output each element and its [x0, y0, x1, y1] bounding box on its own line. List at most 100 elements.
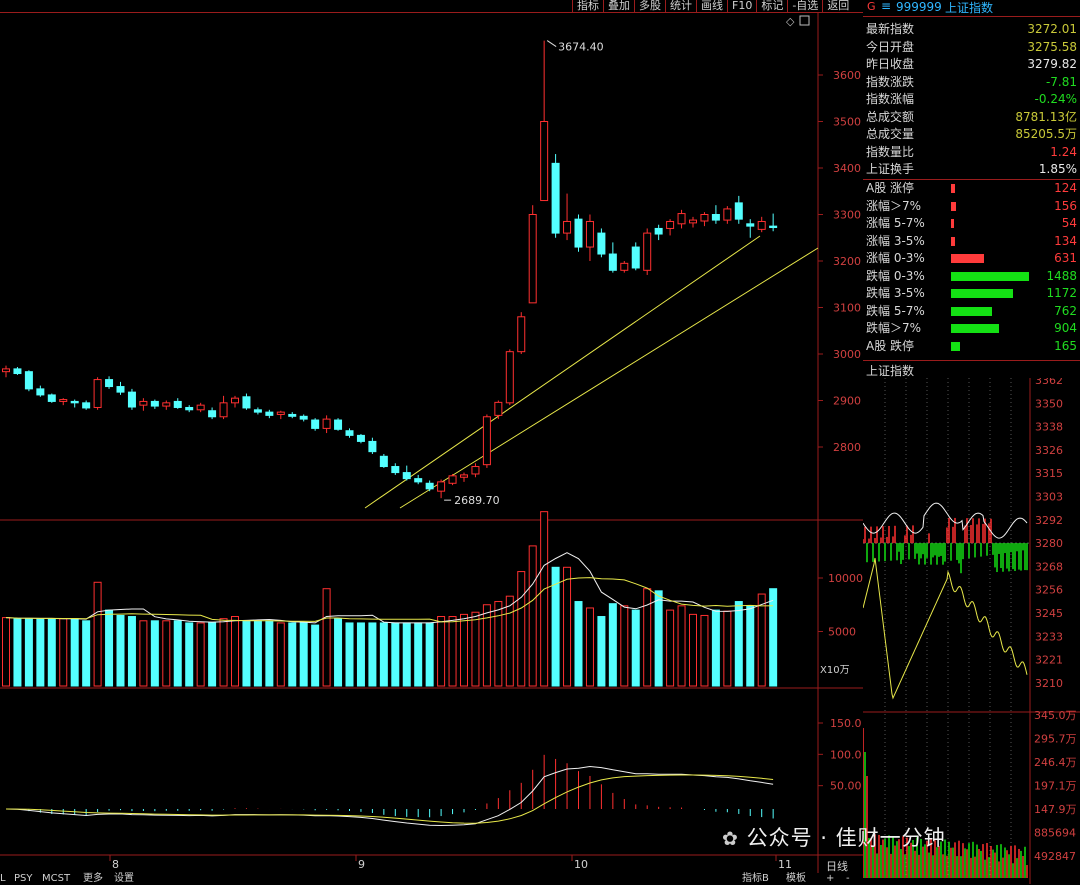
toolbar-item-3[interactable]: 统计	[665, 0, 696, 12]
zoom-out-icon[interactable]: -	[846, 873, 850, 885]
breadth-bar	[951, 236, 955, 246]
toolbar-item-1[interactable]: 叠加	[603, 0, 634, 12]
price-tick-label: 3400	[833, 162, 861, 175]
date-label: 11	[778, 858, 792, 871]
volume-bar	[265, 620, 274, 687]
bottom-tab-3[interactable]: 更多	[83, 873, 103, 885]
breadth-value: 1172	[1046, 286, 1077, 300]
candle-body	[185, 406, 194, 411]
volume-bar	[162, 620, 171, 687]
menu-icon[interactable]: ≡	[881, 0, 891, 13]
breadth-value: 156	[1054, 198, 1077, 213]
quote-row: 最新指数 3272.01	[866, 21, 1077, 38]
quote-value: -7.81	[1045, 74, 1077, 89]
candle-body	[47, 394, 56, 402]
breadth-value: 134	[1054, 233, 1077, 248]
volume-bar	[93, 581, 102, 687]
price-tick-label: 3300	[833, 209, 861, 222]
breadth-label: 涨幅＞7%	[866, 198, 922, 213]
quote-value: 85205.5万	[1015, 127, 1077, 141]
candle-body	[311, 419, 320, 429]
volume-bar	[711, 609, 720, 687]
volume-bar	[36, 618, 45, 687]
breadth-value: 54	[1061, 216, 1077, 230]
candle-body	[59, 399, 68, 402]
candle-body	[505, 351, 514, 404]
volume-bar	[311, 624, 320, 687]
candle-body	[127, 391, 136, 408]
bottom-tab-4[interactable]: 设置	[114, 873, 134, 885]
candle-body	[608, 253, 617, 271]
window-icon[interactable]	[799, 15, 810, 26]
breadth-value: 762	[1054, 303, 1077, 318]
toolbar-item-5[interactable]: F10	[727, 0, 756, 12]
toolbar-item-7[interactable]: -自选	[787, 0, 822, 12]
breadth-bar	[951, 271, 1029, 281]
volume-bar	[723, 610, 732, 687]
toolbar-item-4[interactable]: 画线	[696, 0, 727, 12]
quote-label: 指数涨幅	[866, 92, 915, 106]
macd-tick-label: 150.0	[830, 717, 862, 730]
candle-body	[402, 472, 411, 480]
toolbar-item-0[interactable]: 指标	[572, 0, 603, 12]
quote-row: 上证换手 1.85%	[866, 161, 1077, 178]
volume-bar	[24, 618, 33, 687]
quote-value: 1.85%	[1038, 162, 1077, 176]
candle-body	[219, 402, 228, 418]
quote-row: 指数涨跌 -7.81	[866, 74, 1077, 91]
volume-bar	[677, 605, 686, 687]
volume-bar	[585, 607, 594, 687]
intraday-mini-chart[interactable]: 3362 3350 3338 3326 3315 3303 3292 3280 3268 3256…	[863, 378, 1080, 884]
zoom-in-icon[interactable]: +	[826, 873, 834, 885]
kline-chart[interactable]: 3600 3500 3400 3300 3200 3100 3000 2900 2800 ◇ 367…	[0, 12, 863, 873]
price-tick-label: 3200	[833, 255, 861, 268]
candle-body	[482, 416, 491, 466]
volume-bar	[127, 616, 136, 687]
quote-row: 昨日收盘 3279.82	[866, 56, 1077, 73]
bottom-right-item-1[interactable]: 模板	[786, 873, 806, 885]
candle-body	[82, 402, 91, 409]
day-line-label: 日线	[826, 859, 848, 873]
quote-label: 指数量比	[866, 144, 915, 159]
bottom-right-item-0[interactable]: 指标B	[742, 873, 769, 885]
candle-body	[299, 415, 308, 420]
price-tick-label: 3500	[833, 116, 861, 129]
volume-bar	[368, 622, 377, 687]
volume-bar	[276, 622, 285, 687]
toolbar-item-6[interactable]: 标记	[756, 0, 787, 12]
price-tick-label: 3100	[833, 302, 861, 315]
toolbar-item-2[interactable]: 多股	[634, 0, 665, 12]
candle-body	[757, 220, 766, 230]
macd-tick-label: 50.00	[830, 780, 862, 793]
group-label: G	[867, 0, 876, 13]
mini-vol-tick-label: 246.4万	[1034, 756, 1077, 769]
bottom-tab-1[interactable]: PSY	[14, 873, 33, 885]
candle-body	[734, 202, 743, 220]
bottom-tab-0[interactable]: L	[0, 873, 6, 885]
price-tick-label: 2900	[833, 395, 861, 408]
bottom-tab-2[interactable]: MCST	[42, 873, 70, 885]
candle-body	[276, 411, 285, 415]
macd-dea	[5, 774, 774, 824]
quote-value: -0.24%	[1034, 92, 1077, 106]
candle-body	[460, 474, 468, 478]
diamond-icon[interactable]: ◇	[786, 15, 795, 28]
volume-bar	[116, 614, 125, 687]
candle-body	[356, 434, 365, 442]
breadth-bar	[951, 184, 955, 193]
wechat-icon: ✿	[722, 828, 739, 850]
breadth-label: 涨幅 3-5%	[866, 233, 925, 248]
quote-label: 指数涨跌	[866, 74, 915, 89]
volume-bar	[482, 604, 491, 687]
panel-header: G ≡ 999999 上证指数	[863, 0, 1080, 16]
volume-bar	[299, 622, 308, 687]
high-pointer	[546, 40, 557, 48]
breadth-label: A股 跌停	[866, 338, 915, 353]
breadth-row: 跌幅 3-5% 1172	[866, 285, 1077, 302]
volume-bar	[517, 571, 526, 687]
toolbar-item-8[interactable]: 返回	[822, 0, 853, 12]
candle-body	[631, 246, 640, 269]
top-toolbar: 指标 叠加 多股 统计 画线 F10 标记 -自选 返回	[572, 0, 853, 12]
breadth-row: 涨幅＞7% 156	[866, 198, 1077, 215]
candle-body	[437, 481, 446, 492]
